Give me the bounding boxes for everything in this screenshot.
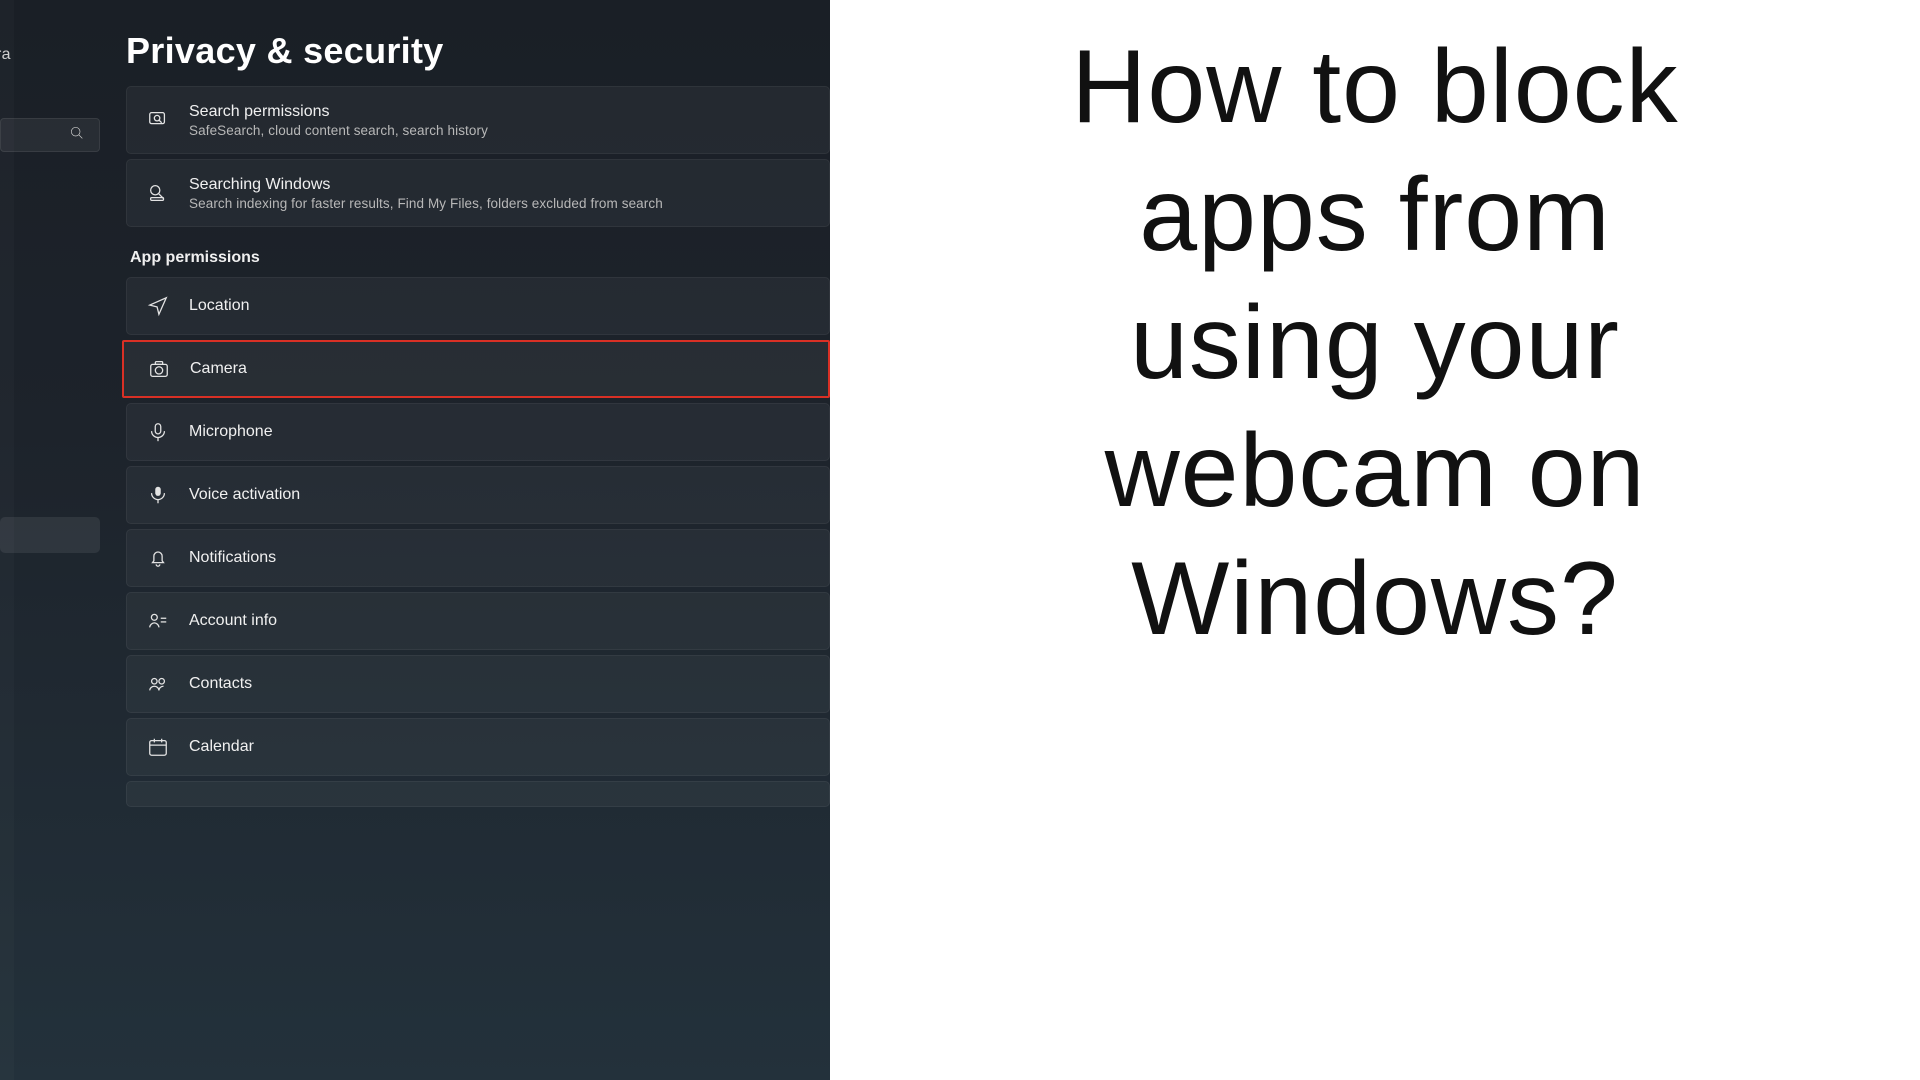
page-title: Privacy & security bbox=[126, 30, 830, 72]
main-content: Privacy & security Search permissions Sa… bbox=[126, 0, 830, 812]
permission-label: Contacts bbox=[189, 675, 252, 693]
search-gear-icon bbox=[145, 107, 171, 133]
permission-next-peek[interactable] bbox=[126, 781, 830, 807]
card-subtitle: SafeSearch, cloud content search, search… bbox=[189, 123, 488, 138]
calendar-icon bbox=[145, 734, 171, 760]
permission-notifications[interactable]: Notifications bbox=[126, 529, 830, 587]
index-search-icon bbox=[145, 180, 171, 206]
search-input[interactable] bbox=[0, 118, 100, 152]
sidebar-clipped-text: ra bbox=[0, 46, 11, 64]
article-panel: How to block apps from using your webcam… bbox=[830, 0, 1920, 1080]
search-icon bbox=[69, 125, 85, 146]
permission-location[interactable]: Location bbox=[126, 277, 830, 335]
microphone-icon bbox=[145, 419, 171, 445]
card-title: Search permissions bbox=[189, 103, 488, 121]
permission-contacts[interactable]: Contacts bbox=[126, 655, 830, 713]
permission-camera[interactable]: Camera bbox=[122, 340, 830, 398]
permission-microphone[interactable]: Microphone bbox=[126, 403, 830, 461]
permission-account-info[interactable]: Account info bbox=[126, 592, 830, 650]
permission-label: Voice activation bbox=[189, 486, 300, 504]
voice-icon bbox=[145, 482, 171, 508]
card-title: Searching Windows bbox=[189, 176, 663, 194]
card-search-permissions[interactable]: Search permissions SafeSearch, cloud con… bbox=[126, 86, 830, 154]
permission-label: Microphone bbox=[189, 423, 273, 441]
permission-label: Location bbox=[189, 297, 250, 315]
permission-label: Calendar bbox=[189, 738, 254, 756]
permission-label: Notifications bbox=[189, 549, 276, 567]
card-searching-windows[interactable]: Searching Windows Search indexing for fa… bbox=[126, 159, 830, 227]
contacts-icon bbox=[145, 671, 171, 697]
article-headline: How to block apps from using your webcam… bbox=[1055, 24, 1695, 664]
sidebar-active-item[interactable] bbox=[0, 517, 100, 553]
card-subtitle: Search indexing for faster results, Find… bbox=[189, 196, 663, 211]
settings-window: ra Privacy & security Search permissions… bbox=[0, 0, 830, 1080]
permission-calendar[interactable]: Calendar bbox=[126, 718, 830, 776]
permission-label: Account info bbox=[189, 612, 277, 630]
camera-icon bbox=[146, 356, 172, 382]
location-icon bbox=[145, 293, 171, 319]
bell-icon bbox=[145, 545, 171, 571]
permission-label: Camera bbox=[190, 360, 247, 378]
permission-voice-activation[interactable]: Voice activation bbox=[126, 466, 830, 524]
account-icon bbox=[145, 608, 171, 634]
section-heading: App permissions bbox=[130, 249, 830, 267]
